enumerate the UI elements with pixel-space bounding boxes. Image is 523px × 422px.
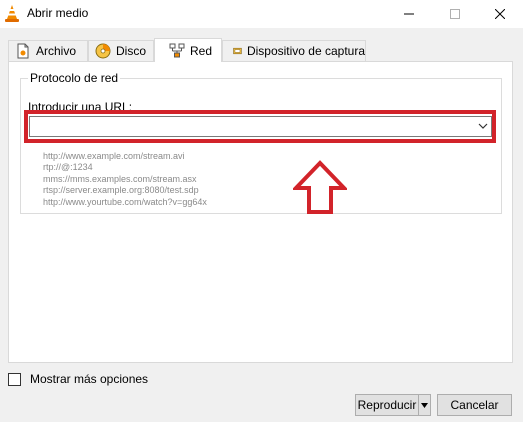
url-example: http://www.example.com/stream.avi — [43, 151, 185, 161]
url-example: http://www.yourtube.com/watch?v=gg64x — [43, 196, 207, 207]
more-options-label: Mostrar más opciones — [30, 372, 149, 386]
tab-red[interactable]: Red — [154, 38, 222, 62]
more-options-checkbox[interactable] — [8, 372, 21, 386]
tab-bar: Archivo Disco Red Dispositivo de captura — [0, 38, 523, 62]
vlc-cone-icon — [5, 5, 19, 22]
arrow-up-icon — [293, 160, 347, 214]
close-icon — [495, 9, 505, 19]
tab-label: Dispositivo de captura — [246, 44, 365, 58]
play-button-label: Reproducir — [357, 398, 417, 412]
group-title: Protocolo de red — [28, 71, 121, 85]
url-highlight-annotation — [24, 110, 496, 143]
maximize-button[interactable] — [432, 0, 478, 28]
capture-device-icon — [233, 47, 242, 55]
network-protocol-group: Protocolo de red Introducir una URL: htt… — [20, 71, 502, 214]
url-example: rtp://@:1234 — [43, 162, 93, 173]
title-bar: Abrir medio — [0, 0, 523, 28]
cancel-button-label: Cancelar — [450, 398, 499, 412]
tab-disco[interactable]: Disco — [88, 40, 154, 61]
minimize-button[interactable] — [386, 0, 432, 28]
tab-label: Archivo — [36, 44, 77, 58]
tab-label: Red — [190, 43, 213, 58]
tab-archivo[interactable]: Archivo — [8, 40, 88, 61]
network-panel: Protocolo de red Introducir una URL: htt… — [8, 61, 513, 363]
triangle-down-icon — [421, 402, 428, 408]
more-options-toggle[interactable]: Mostrar más opciones — [8, 372, 148, 386]
tab-dispositivo-captura[interactable]: Dispositivo de captura — [222, 40, 366, 61]
close-button[interactable] — [477, 0, 523, 28]
play-button[interactable]: Reproducir — [355, 394, 419, 416]
file-icon — [17, 43, 29, 59]
url-example: rtsp://server.example.org:8080/test.sdp — [43, 185, 199, 196]
play-dropdown-button[interactable] — [418, 394, 431, 416]
window-title: Abrir medio — [27, 6, 89, 20]
tab-label: Disco — [116, 44, 147, 58]
cancel-button[interactable]: Cancelar — [437, 394, 512, 416]
url-example: mms://mms.examples.com/stream.asx — [43, 173, 197, 184]
network-icon — [169, 43, 185, 57]
disc-icon — [95, 43, 111, 59]
minimize-icon — [404, 13, 414, 15]
maximize-icon — [450, 9, 460, 19]
url-examples: http://www.example.com/stream.avi rtp://… — [43, 151, 207, 208]
